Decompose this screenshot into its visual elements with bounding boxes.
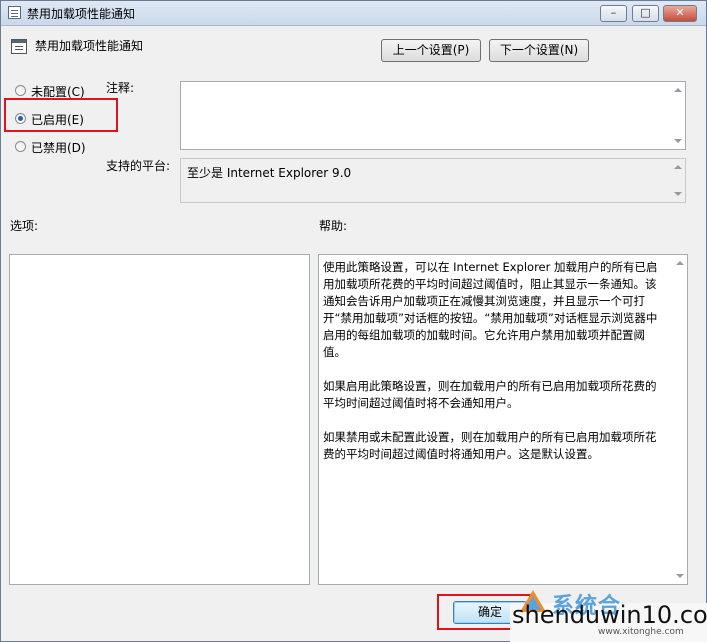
title-bar[interactable]: 禁用加载项性能通知 – □ ✕	[1, 1, 706, 26]
scroll-down-icon[interactable]	[674, 192, 682, 196]
watermark-url: www.xitonghe.com	[598, 627, 684, 637]
comment-textarea[interactable]	[180, 81, 686, 150]
help-text: 使用此策略设置，可以在 Internet Explorer 加载用户的所有已启用…	[323, 259, 658, 480]
supported-platform-label: 支持的平台:	[106, 159, 171, 173]
scroll-up-icon[interactable]	[674, 88, 682, 92]
policy-title: 禁用加载项性能通知	[35, 39, 144, 53]
radio-not-configured-label: 未配置(C)	[31, 85, 85, 99]
minimize-button[interactable]: –	[600, 5, 627, 22]
platform-scrollbar[interactable]	[671, 159, 685, 202]
policy-window-icon	[8, 6, 21, 19]
next-setting-button[interactable]: 下一个设置(N)	[489, 39, 589, 62]
scroll-up-icon[interactable]	[676, 261, 684, 265]
close-button[interactable]: ✕	[663, 5, 697, 22]
radio-enabled-label: 已启用(E)	[31, 113, 84, 127]
previous-setting-button[interactable]: 上一个设置(P)	[381, 39, 481, 62]
help-scrollbar[interactable]	[673, 255, 687, 584]
options-panel	[9, 254, 310, 585]
radio-disabled-label: 已禁用(D)	[31, 141, 86, 155]
radio-enabled-circle[interactable]	[15, 113, 26, 124]
policy-setting-icon	[11, 39, 27, 54]
scroll-up-icon[interactable]	[674, 165, 682, 169]
watermark-domain: shenduwin10.com	[512, 601, 707, 629]
help-panel[interactable]: 使用此策略设置，可以在 Internet Explorer 加载用户的所有已启用…	[318, 254, 688, 585]
help-paragraph: 如果启用此策略设置，则在加载用户的所有已启用加载项所花费的平均时间超过阈值时将不…	[323, 379, 657, 410]
comment-scrollbar[interactable]	[671, 82, 685, 149]
dialog-body: 禁用加载项性能通知 上一个设置(P) 下一个设置(N) 未配置(C) 已启用(E…	[1, 26, 706, 641]
dialog-window: 禁用加载项性能通知 – □ ✕ 禁用加载项性能通知 上一个设置(P) 下一个设置…	[0, 0, 707, 642]
options-label: 选项:	[10, 219, 39, 233]
scroll-down-icon[interactable]	[676, 574, 684, 578]
radio-not-configured-circle[interactable]	[15, 85, 26, 96]
maximize-button[interactable]: □	[632, 5, 659, 22]
help-paragraph: 使用此策略设置，可以在 Internet Explorer 加载用户的所有已启用…	[323, 260, 658, 359]
supported-platform-value: 至少是 Internet Explorer 9.0	[187, 166, 352, 180]
window-title: 禁用加载项性能通知	[27, 7, 136, 21]
help-label: 帮助:	[319, 219, 348, 233]
scroll-down-icon[interactable]	[674, 139, 682, 143]
comment-label: 注释:	[106, 81, 135, 95]
help-paragraph: 如果禁用或未配置此设置，则在加载用户的所有已启用加载项所花费的平均时间超过阈值时…	[323, 430, 657, 461]
radio-disabled-circle[interactable]	[15, 141, 26, 152]
supported-platform-field: 至少是 Internet Explorer 9.0	[180, 158, 686, 203]
